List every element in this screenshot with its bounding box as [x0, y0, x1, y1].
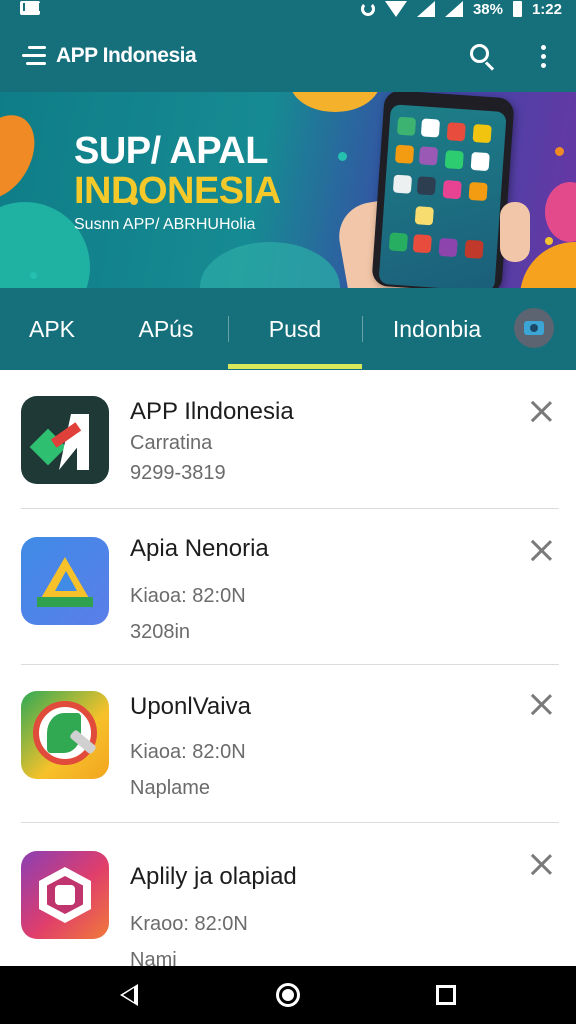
app-tile-icon — [396, 116, 417, 136]
app-subtitle: Carratina — [130, 432, 213, 454]
app-title: APP Ilndonesia — [130, 398, 294, 425]
tab-apk[interactable]: APK — [0, 288, 104, 370]
app-tile-icon — [392, 174, 413, 194]
menu-icon[interactable] — [22, 44, 48, 68]
hexagon-camera-icon — [21, 851, 109, 939]
camera-icon — [524, 321, 544, 335]
tab-pusd[interactable]: Pusd — [228, 288, 362, 370]
search-icon[interactable] — [470, 44, 496, 71]
battery-percent: 38% — [472, 0, 503, 18]
banner-headline: SUP/ APAL — [74, 130, 268, 172]
app-tile-icon — [446, 122, 466, 142]
decor-shape — [0, 103, 49, 211]
app-indonesia-logo-icon — [21, 396, 109, 484]
decor-shape — [200, 242, 340, 288]
signal-2-icon — [444, 1, 463, 17]
banner-subline: Susnn APP/ ABRHUHolia — [74, 216, 256, 233]
more-options-icon[interactable] — [540, 44, 548, 70]
app-title: UponlVaiva — [130, 693, 251, 720]
app-tile-icon — [414, 206, 434, 226]
app-subtitle: Kiaoa: 82:0N — [130, 585, 246, 607]
app-subtitle: Kraoo: 82:0N — [130, 913, 248, 935]
decor-dot — [338, 152, 347, 161]
close-icon[interactable] — [530, 853, 552, 875]
close-icon[interactable] — [530, 693, 552, 715]
sync-icon — [360, 2, 375, 16]
decor-shape — [0, 202, 90, 288]
app-tile-icon — [418, 146, 439, 166]
app-tile-icon — [394, 144, 415, 164]
drive-triangle-icon — [21, 537, 109, 625]
banner-headline-accent: INDONESIA — [74, 170, 281, 212]
app-tile-icon — [468, 181, 488, 202]
app-tile-icon — [472, 123, 492, 144]
decor-shape — [545, 182, 576, 242]
avatar[interactable] — [514, 308, 554, 348]
signal-icon — [416, 1, 435, 17]
list-item[interactable]: UponlVaiva Kiaoa: 82:0N Naplame — [0, 665, 576, 821]
back-icon[interactable] — [120, 984, 138, 1006]
status-icons: 38% 1:22 — [360, 0, 562, 18]
list-item[interactable]: Apia Nenoria Kiaoa: 82:0N 3208in — [0, 509, 576, 665]
app-tile-icon — [388, 232, 409, 252]
list-item[interactable]: Aplily ja olapiad Kraoo: 82:0N Nami — [0, 823, 576, 979]
mail-notification-icon — [20, 1, 41, 15]
hand-finger-illustration — [500, 202, 530, 262]
app-title: APP Indonesia — [56, 44, 197, 67]
app-tile-icon — [444, 150, 464, 170]
status-bar: 38% 1:22 — [0, 0, 576, 22]
list-item[interactable]: APP Ilndonesia Carratina 9299-3819 — [0, 372, 576, 528]
tab-indonbia[interactable]: Indonbia — [362, 288, 512, 370]
phone-screen — [378, 104, 507, 288]
tab-selected-indicator — [228, 364, 362, 369]
app-tile-icon — [416, 176, 436, 196]
category-tabs: APK APús Pusd Indonbia — [0, 288, 576, 370]
app-subtitle: Kiaoa: 82:0N — [130, 741, 246, 763]
tab-apus[interactable]: APús — [104, 288, 228, 370]
decor-dot — [555, 147, 564, 156]
clock: 1:22 — [531, 0, 562, 18]
decor-shape — [290, 92, 380, 112]
phone-illustration — [371, 92, 515, 288]
app-title: Apia Nenoria — [130, 535, 269, 562]
app-meta: Naplame — [130, 777, 211, 799]
decor-dot — [30, 272, 37, 279]
app-tile-icon — [464, 239, 484, 259]
close-icon[interactable] — [530, 400, 552, 422]
app-tile-icon — [442, 180, 462, 200]
app-tile-icon — [438, 237, 458, 258]
app-meta: 3208in — [130, 621, 191, 643]
recent-apps-icon[interactable] — [436, 985, 456, 1005]
phone-leaf-icon — [21, 691, 109, 779]
home-icon[interactable] — [276, 983, 300, 1007]
close-icon[interactable] — [530, 539, 552, 561]
promo-banner[interactable]: SUP/ APAL INDONESIA Susnn APP/ ABRHUHoli… — [0, 92, 576, 288]
app-bar: APP Indonesia — [0, 22, 576, 92]
battery-icon — [512, 1, 522, 17]
app-tile-icon — [420, 118, 441, 138]
app-tile-icon — [412, 234, 432, 254]
decor-dot — [545, 237, 553, 245]
app-tile-icon — [470, 151, 490, 172]
wifi-icon — [384, 1, 407, 17]
system-nav-bar — [0, 966, 576, 1024]
app-title: Aplily ja olapiad — [130, 863, 297, 890]
app-meta: 9299-3819 — [130, 462, 226, 484]
